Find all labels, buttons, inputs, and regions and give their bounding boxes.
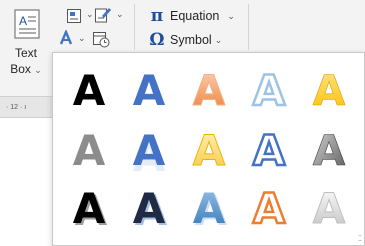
group-separator xyxy=(134,4,135,50)
svg-text:A: A xyxy=(133,184,166,233)
svg-text:A: A xyxy=(73,184,106,233)
equation-label: Equation xyxy=(170,9,220,23)
wordart-gallery: AAAAAAAAAAAAAAAAAAA ⁚⁚ xyxy=(52,52,365,246)
wordart-style-gray-fill[interactable]: A xyxy=(59,119,119,179)
wordart-letter-blue-fill: A xyxy=(133,66,166,115)
wordart-style-gold-gradient[interactable]: A xyxy=(179,119,239,179)
signature-line-caret[interactable]: ⌄ xyxy=(116,9,124,20)
wordart-letter-orange-gradient: A xyxy=(192,66,226,116)
signature-line-icon[interactable] xyxy=(94,6,112,24)
wordart-style-dark-shadow[interactable]: AA xyxy=(119,177,179,237)
wordart-letter-orange-outline: A xyxy=(251,183,287,235)
wordart-letter-gray-fill: A xyxy=(73,126,106,175)
wordart-style-gray-bevel[interactable]: A xyxy=(299,119,359,179)
wordart-letter-white-silver: A xyxy=(312,184,346,234)
resize-grip-icon[interactable]: ⁚⁚ xyxy=(358,234,362,243)
date-time-icon[interactable] xyxy=(92,30,110,48)
svg-text:A: A xyxy=(313,126,346,175)
quick-parts-icon[interactable] xyxy=(66,8,82,24)
text-box-icon: A xyxy=(14,9,40,39)
wordart-letter-blue-outline: A xyxy=(251,125,287,177)
svg-text:A: A xyxy=(193,126,226,175)
wordart-style-black-fill[interactable]: A xyxy=(59,59,119,119)
wordart-letter-gray-bevel: A xyxy=(312,126,346,176)
wordart-style-light-blue-outline[interactable]: A xyxy=(239,59,299,119)
symbol-label: Symbol xyxy=(170,33,212,47)
symbol-caret-icon[interactable]: ⌄ xyxy=(215,35,223,46)
svg-text:A: A xyxy=(133,126,166,175)
svg-text:A: A xyxy=(193,184,226,233)
wordart-letter-blue-reflection: AA xyxy=(133,126,166,181)
svg-text:A: A xyxy=(253,126,286,175)
svg-text:A: A xyxy=(313,66,346,115)
wordart-letter-blue-gradient: AA xyxy=(193,184,228,235)
svg-text:A: A xyxy=(313,184,346,233)
wordart-style-blue-reflection[interactable]: AA xyxy=(119,119,179,181)
text-box-label-line1: Text xyxy=(14,46,37,60)
svg-text:A: A xyxy=(253,66,286,115)
svg-text:A: A xyxy=(193,66,226,115)
wordart-style-white-silver[interactable]: A xyxy=(299,177,359,237)
svg-text:A: A xyxy=(19,14,27,28)
wordart-letter-black-shadow: AA xyxy=(73,184,108,235)
wordart-style-blue-fill[interactable]: A xyxy=(119,59,179,119)
wordart-style-blue-gradient[interactable]: AA xyxy=(179,177,239,237)
wordart-letter-gold-gradient: A xyxy=(192,126,226,176)
svg-text:A: A xyxy=(73,126,106,175)
svg-text:A: A xyxy=(253,184,286,233)
equation-caret-icon[interactable]: ⌄ xyxy=(227,11,235,22)
ruler: · 12 · ı xyxy=(0,96,52,118)
wordart-style-blue-outline[interactable]: A xyxy=(239,119,299,179)
wordart-letter-gold-fill: A xyxy=(312,66,346,116)
omega-icon: Ω xyxy=(149,30,165,50)
pi-icon: π xyxy=(150,6,164,26)
wordart-icon[interactable] xyxy=(58,30,74,46)
wordart-caret[interactable]: ⌄ xyxy=(78,33,86,44)
equation-button[interactable]: π Equation ⌄ xyxy=(148,6,235,26)
group-separator xyxy=(248,4,249,50)
quick-parts-caret[interactable]: ⌄ xyxy=(86,9,94,20)
svg-text:A: A xyxy=(133,66,166,115)
symbol-button[interactable]: Ω Symbol ⌄ xyxy=(148,30,222,50)
wordart-letter-light-blue-outline: A xyxy=(251,65,287,117)
text-box-button[interactable]: A Text Box ⌄ xyxy=(4,4,48,84)
wordart-letter-black-fill: A xyxy=(73,66,106,115)
wordart-style-black-shadow[interactable]: AA xyxy=(59,177,119,237)
wordart-style-orange-outline[interactable]: A xyxy=(239,177,299,237)
wordart-style-gold-fill[interactable]: A xyxy=(299,59,359,119)
svg-text:A: A xyxy=(73,66,106,115)
document-area xyxy=(0,118,52,150)
text-box-label-line2: Box ⌄ xyxy=(10,62,42,76)
wordart-style-orange-gradient[interactable]: A xyxy=(179,59,239,119)
wordart-letter-dark-shadow: AA xyxy=(133,184,168,235)
